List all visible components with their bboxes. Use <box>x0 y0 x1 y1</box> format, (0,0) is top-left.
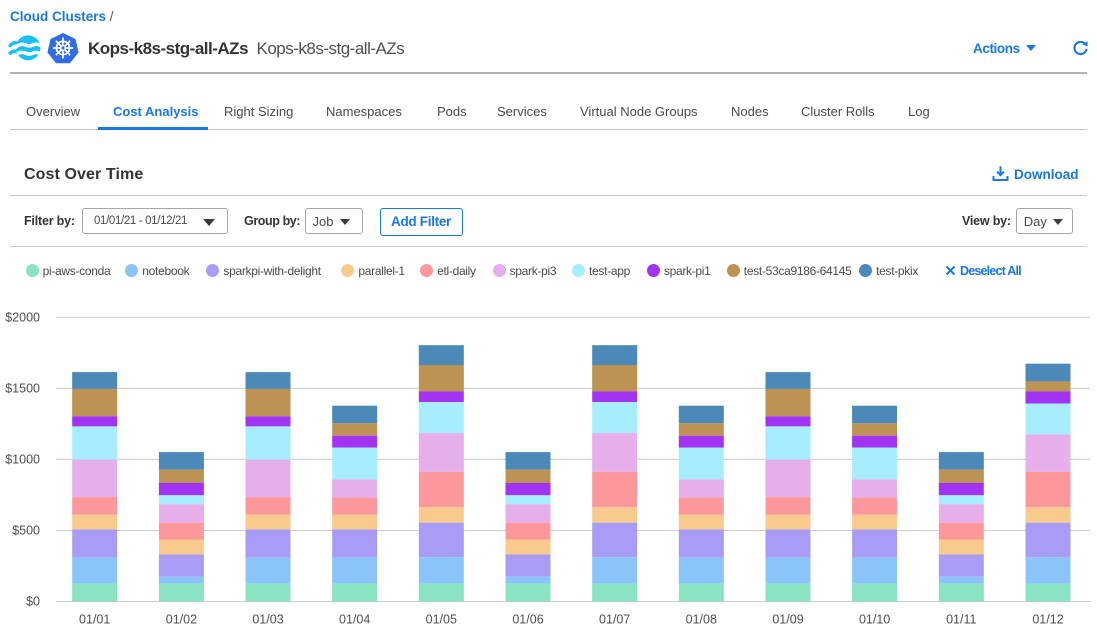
svg-text:01/08: 01/08 <box>686 613 717 627</box>
svg-text:01/07: 01/07 <box>599 613 630 627</box>
svg-text:01/01: 01/01 <box>79 613 110 627</box>
svg-text:$500: $500 <box>12 524 40 538</box>
svg-text:01/11: 01/11 <box>946 613 976 627</box>
svg-text:$2000: $2000 <box>5 311 40 325</box>
svg-text:01/04: 01/04 <box>339 613 370 627</box>
svg-text:$1000: $1000 <box>5 453 40 467</box>
svg-text:01/03: 01/03 <box>252 613 283 627</box>
svg-text:01/10: 01/10 <box>859 613 890 627</box>
svg-text:01/05: 01/05 <box>426 613 457 627</box>
svg-text:01/06: 01/06 <box>512 613 543 627</box>
svg-text:01/09: 01/09 <box>772 613 803 627</box>
svg-text:$1500: $1500 <box>5 382 40 396</box>
svg-text:01/02: 01/02 <box>166 613 197 627</box>
svg-text:$0: $0 <box>26 595 40 609</box>
svg-text:01/12: 01/12 <box>1032 613 1063 627</box>
